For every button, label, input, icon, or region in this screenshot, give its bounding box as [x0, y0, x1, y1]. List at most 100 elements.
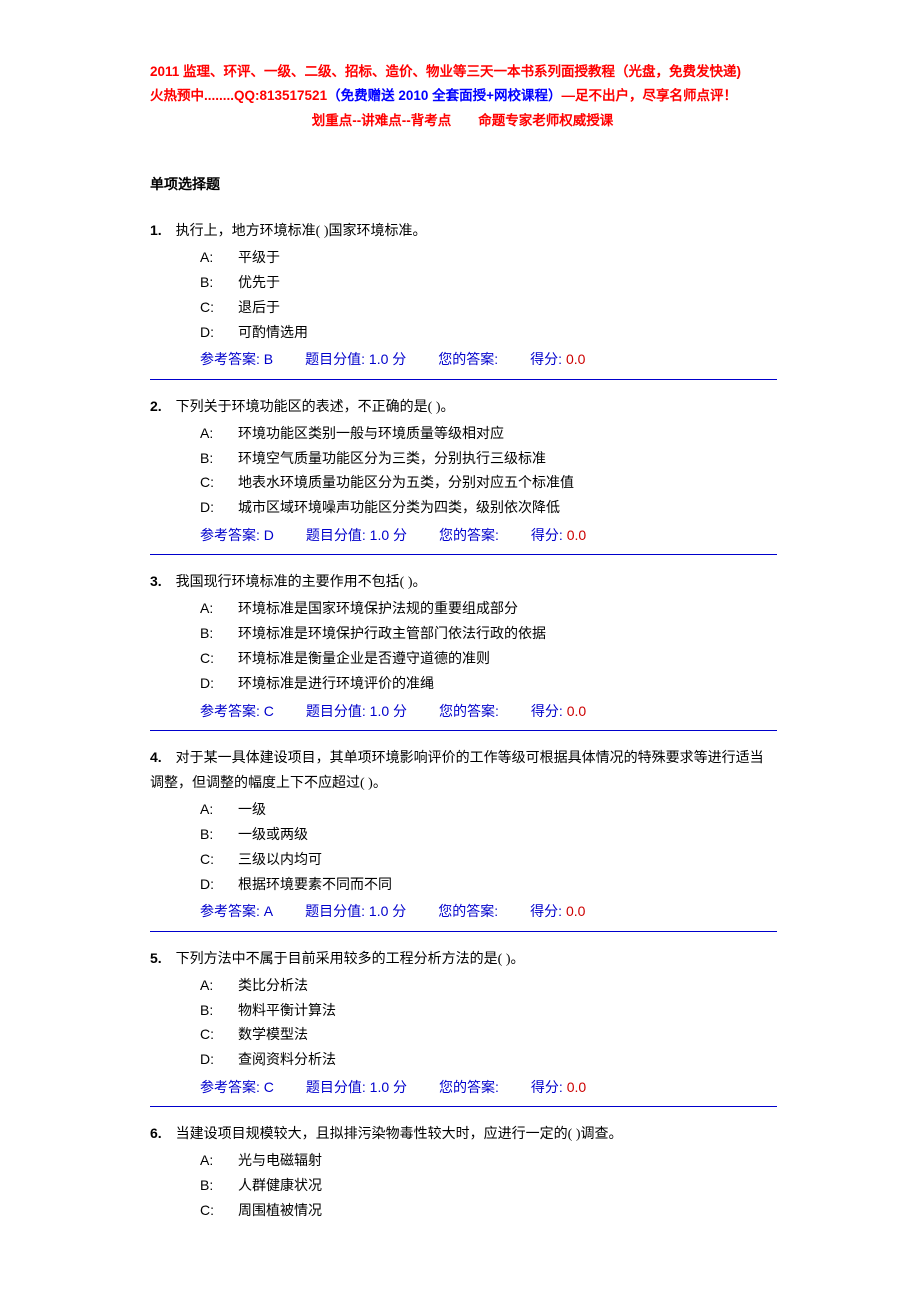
- options-list: A:一级B:一级或两级C:三级以内均可D:根据环境要素不同而不同: [150, 798, 775, 897]
- banner-line-2b: （免费赠送 2010 全套面授+网校课程）: [327, 88, 561, 103]
- option-text: 优先于: [238, 276, 280, 291]
- question-stem: 4. 对于某一具体建设项目，其单项环境影响评价的工作等级可根据具体情况的特殊要求…: [150, 745, 775, 796]
- banner-line-2a: 火热预中........QQ:813517521: [150, 88, 327, 103]
- reference-answer: 参考答案: C: [200, 703, 274, 719]
- banner-line-2: 火热预中........QQ:813517521（免费赠送 2010 全套面授+…: [150, 84, 775, 108]
- question: 5. 下列方法中不属于目前采用较多的工程分析方法的是( )。A:类比分析法B:物…: [150, 946, 775, 1101]
- option-text: 环境标准是环境保护行政主管部门依法行政的依据: [238, 627, 546, 642]
- question-number: 4.: [150, 749, 162, 765]
- option-text: 环境标准是进行环境评价的准绳: [238, 677, 434, 692]
- your-answer: 您的答案:: [439, 703, 499, 719]
- option: B:一级或两级: [200, 823, 775, 848]
- divider: [150, 1106, 777, 1107]
- option-text: 环境标准是国家环境保护法规的重要组成部分: [238, 602, 518, 617]
- option-letter: A:: [200, 798, 238, 822]
- options-list: A:平级于B:优先于C:退后于D:可酌情选用: [150, 246, 775, 345]
- option: B:环境空气质量功能区分为三类，分别执行三级标准: [200, 447, 775, 472]
- question-stem: 3. 我国现行环境标准的主要作用不包括( )。: [150, 569, 775, 595]
- question-number: 3.: [150, 573, 162, 589]
- option-text: 一级: [238, 803, 266, 818]
- banner-line-2c: —足不出户，尽享名师点评！: [562, 88, 738, 103]
- option: D:城市区域环境噪声功能区分类为四类，级别依次降低: [200, 496, 775, 521]
- option-letter: C:: [200, 296, 238, 320]
- option-letter: C:: [200, 647, 238, 671]
- question: 2. 下列关于环境功能区的表述，不正确的是( )。A:环境功能区类别一般与环境质…: [150, 394, 775, 549]
- option-letter: B:: [200, 447, 238, 471]
- answer-line: 参考答案: C题目分值: 1.0 分您的答案:得分: 0.0: [150, 1075, 775, 1100]
- divider: [150, 379, 777, 380]
- question-value: 题目分值: 1.0 分: [305, 351, 406, 367]
- your-answer: 您的答案:: [439, 527, 499, 543]
- option: D:环境标准是进行环境评价的准绳: [200, 672, 775, 697]
- option-text: 人群健康状况: [238, 1179, 322, 1194]
- option: D:可酌情选用: [200, 321, 775, 346]
- option: B:环境标准是环境保护行政主管部门依法行政的依据: [200, 622, 775, 647]
- question-value: 题目分值: 1.0 分: [306, 1079, 407, 1095]
- question-text: 下列关于环境功能区的表述，不正确的是( )。: [162, 400, 455, 415]
- question-text: 当建设项目规模较大，且拟排污染物毒性较大时，应进行一定的( )调查。: [162, 1127, 623, 1142]
- score: 得分: 0.0: [530, 903, 585, 919]
- reference-answer: 参考答案: A: [200, 903, 273, 919]
- option: A:类比分析法: [200, 974, 775, 999]
- options-list: A:光与电磁辐射B:人群健康状况C:周围植被情况: [150, 1149, 775, 1223]
- option: C:地表水环境质量功能区分为五类，分别对应五个标准值: [200, 471, 775, 496]
- reference-answer: 参考答案: B: [200, 351, 273, 367]
- option: B:优先于: [200, 271, 775, 296]
- question-number: 5.: [150, 950, 162, 966]
- option-text: 一级或两级: [238, 828, 308, 843]
- option-text: 可酌情选用: [238, 326, 308, 341]
- document-page: 2011 监理、环评、一级、二级、招标、造价、物业等三天一本书系列面授教程（光盘…: [0, 0, 920, 1290]
- option-text: 数学模型法: [238, 1028, 308, 1043]
- option-letter: D:: [200, 321, 238, 345]
- answer-line: 参考答案: C 题目分值: 1.0 分 您的答案: 得分: 0.0: [150, 699, 775, 724]
- option-text: 平级于: [238, 251, 280, 266]
- answer-line: 参考答案: D题目分值: 1.0 分您的答案:得分: 0.0: [150, 523, 775, 548]
- option-letter: D:: [200, 496, 238, 520]
- option-text: 类比分析法: [238, 979, 308, 994]
- reference-answer: 参考答案: D: [200, 527, 274, 543]
- question-stem: 1. 执行上，地方环境标准( )国家环境标准。: [150, 218, 775, 244]
- option-letter: A:: [200, 246, 238, 270]
- option-letter: C:: [200, 1199, 238, 1223]
- option-letter: B:: [200, 1174, 238, 1198]
- section-title: 单项选择题: [150, 173, 775, 198]
- option-text: 城市区域环境噪声功能区分类为四类，级别依次降低: [238, 501, 560, 516]
- option-text: 查阅资料分析法: [238, 1053, 336, 1068]
- option-text: 环境空气质量功能区分为三类，分别执行三级标准: [238, 452, 546, 467]
- option-letter: D:: [200, 1048, 238, 1072]
- reference-answer: 参考答案: C: [200, 1079, 274, 1095]
- option: A:一级: [200, 798, 775, 823]
- question-text: 对于某一具体建设项目，其单项环境影响评价的工作等级可根据具体情况的特殊要求等进行…: [150, 751, 764, 791]
- option: A:平级于: [200, 246, 775, 271]
- question: 1. 执行上，地方环境标准( )国家环境标准。A:平级于B:优先于C:退后于D:…: [150, 218, 775, 373]
- option: B:人群健康状况: [200, 1174, 775, 1199]
- option-letter: A:: [200, 1149, 238, 1173]
- divider: [150, 554, 777, 555]
- banner-line-3: 划重点--讲难点--背考点 命题专家老师权威授课: [150, 109, 775, 133]
- option: A:环境功能区类别一般与环境质量等级相对应: [200, 422, 775, 447]
- question-value: 题目分值: 1.0 分: [306, 703, 407, 719]
- option-text: 周围植被情况: [238, 1204, 322, 1219]
- option-letter: C:: [200, 471, 238, 495]
- your-answer: 您的答案:: [438, 351, 498, 367]
- answer-line: 参考答案: A题目分值: 1.0 分您的答案:得分: 0.0: [150, 899, 775, 924]
- option: A:光与电磁辐射: [200, 1149, 775, 1174]
- option-text: 光与电磁辐射: [238, 1154, 322, 1169]
- option-text: 退后于: [238, 301, 280, 316]
- option: C:退后于: [200, 296, 775, 321]
- score: 得分: 0.0: [530, 351, 585, 367]
- options-list: A:环境标准是国家环境保护法规的重要组成部分B:环境标准是环境保护行政主管部门依…: [150, 597, 775, 696]
- question-number: 2.: [150, 398, 162, 414]
- option-text: 物料平衡计算法: [238, 1004, 336, 1019]
- option: D:查阅资料分析法: [200, 1048, 775, 1073]
- score: 得分: 0.0: [531, 703, 586, 719]
- question-stem: 2. 下列关于环境功能区的表述，不正确的是( )。: [150, 394, 775, 420]
- question-text: 执行上，地方环境标准( )国家环境标准。: [162, 224, 427, 239]
- your-answer: 您的答案:: [438, 903, 498, 919]
- option-letter: A:: [200, 974, 238, 998]
- option-text: 三级以内均可: [238, 853, 322, 868]
- option-text: 环境标准是衡量企业是否遵守道德的准则: [238, 652, 490, 667]
- question-number: 6.: [150, 1125, 162, 1141]
- your-answer: 您的答案:: [439, 1079, 499, 1095]
- options-list: A:环境功能区类别一般与环境质量等级相对应B:环境空气质量功能区分为三类，分别执…: [150, 422, 775, 521]
